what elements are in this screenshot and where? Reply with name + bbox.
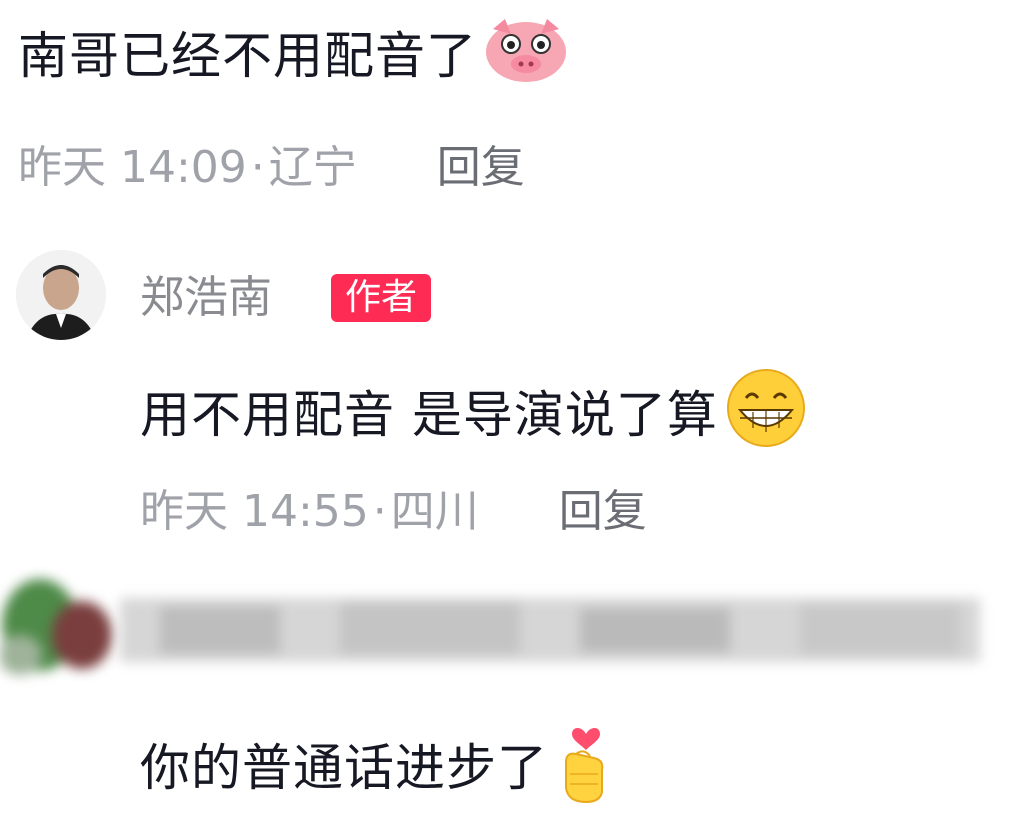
finger-heart-icon <box>554 718 618 817</box>
comment-2-text: 用不用配音 是导演说了算 <box>140 366 808 463</box>
comment-2-meta: 昨天 14:55 · 四川 回复 <box>140 486 647 538</box>
author-username[interactable]: 郑浩南 <box>140 272 272 324</box>
author-avatar-image <box>16 250 106 340</box>
comment-2-location: 四川 <box>390 486 479 537</box>
blurred-avatar[interactable] <box>0 565 130 685</box>
avatar[interactable] <box>16 250 106 340</box>
comment-2-time: 昨天 14:55 <box>140 486 369 537</box>
comment-1-time: 昨天 14:09 <box>18 142 247 193</box>
comment-1-body: 南哥已经不用配音了 <box>18 26 477 85</box>
grin-face-icon <box>724 366 808 463</box>
comment-1-sep: · <box>250 142 265 193</box>
comment-2-reply-button[interactable]: 回复 <box>559 486 647 538</box>
blurred-username <box>120 588 980 672</box>
comment-1-text: 南哥已经不用配音了 <box>18 14 569 97</box>
comment-1-reply-button[interactable]: 回复 <box>437 142 525 194</box>
comment-2-sep: · <box>372 486 387 537</box>
comment-3-text: 你的普通话进步了 <box>140 718 618 817</box>
comment-1-meta: 昨天 14:09 · 辽宁 回复 <box>18 142 525 194</box>
author-badge: 作者 <box>331 274 432 322</box>
pig-face-icon <box>483 14 569 97</box>
comment-1-location: 辽宁 <box>268 142 357 193</box>
comment-3-body: 你的普通话进步了 <box>140 738 548 797</box>
comment-2-body: 用不用配音 是导演说了算 <box>140 385 718 444</box>
